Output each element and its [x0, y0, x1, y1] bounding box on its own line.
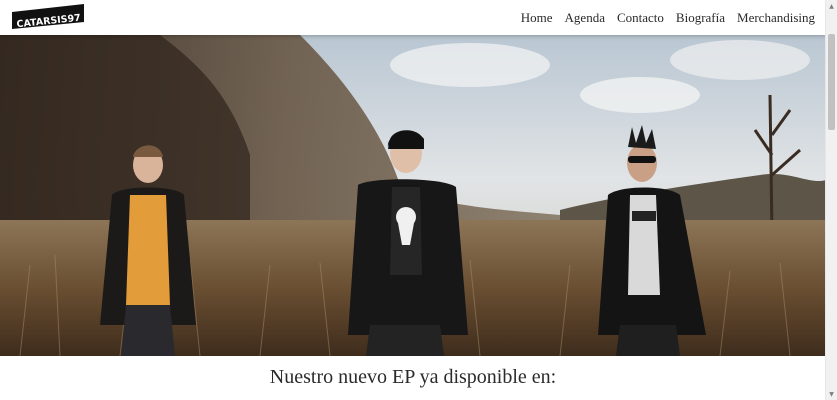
scroll-down-arrow-icon[interactable]: ▼: [826, 388, 837, 400]
band-photo-illustration: [0, 35, 826, 356]
nav-contacto[interactable]: Contacto: [617, 10, 664, 26]
nav-merchandising[interactable]: Merchandising: [737, 10, 815, 26]
page-scrollbar[interactable]: ▲ ▼: [825, 0, 837, 400]
scroll-up-arrow-icon[interactable]: ▲: [826, 0, 837, 12]
main-nav: Home Agenda Contacto Biografía Merchandi…: [521, 0, 815, 35]
hero-band-photo: [0, 35, 826, 356]
ep-heading: Nuestro nuevo EP ya disponible en:: [269, 366, 557, 388]
scroll-thumb[interactable]: [828, 34, 835, 130]
nav-biografia[interactable]: Biografía: [676, 10, 725, 26]
site-header: CATARSIS97 Home Agenda Contacto Biografí…: [0, 0, 826, 35]
logo[interactable]: CATARSIS97: [10, 3, 86, 30]
nav-agenda[interactable]: Agenda: [565, 10, 605, 26]
nav-home[interactable]: Home: [521, 10, 553, 26]
